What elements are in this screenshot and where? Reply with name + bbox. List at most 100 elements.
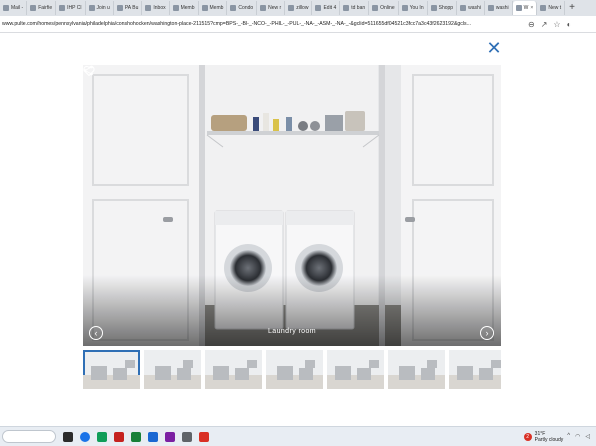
tab-label: W xyxy=(523,5,529,11)
tab-favicon-icon xyxy=(487,5,494,11)
browser-tab[interactable]: Memb xyxy=(199,1,228,15)
tab-label: New r xyxy=(268,5,282,11)
tab-favicon-icon xyxy=(172,5,179,11)
tab-favicon-icon xyxy=(116,5,123,11)
volume-icon[interactable]: ◁ xyxy=(585,433,590,440)
pdf-reader-icon[interactable] xyxy=(199,431,209,442)
browser-tab[interactable]: zillow xyxy=(285,1,313,15)
thumb-furniture xyxy=(299,368,313,380)
tab-label: IHP Cl xyxy=(67,5,82,11)
tab-label: Shopp xyxy=(438,5,454,11)
task-view-icon[interactable] xyxy=(63,431,73,442)
browser-tab[interactable]: Online xyxy=(369,1,399,15)
tab-favicon-icon xyxy=(515,5,522,11)
browser-tab-strip: Mail - Fairfie IHP Cl Join u PA Bu Inbox Memb M… xyxy=(0,0,596,16)
thumb-furniture xyxy=(491,360,501,368)
thumb-furniture xyxy=(335,366,351,380)
tab-label: Inbox xyxy=(153,5,166,11)
browser-tab[interactable]: td ban xyxy=(340,1,370,15)
excel-icon[interactable] xyxy=(131,431,141,442)
tab-favicon-icon xyxy=(460,5,467,11)
spreadsheet-app-icon[interactable] xyxy=(97,431,107,442)
thumb-furniture xyxy=(421,368,435,380)
thumb-floor xyxy=(144,375,201,389)
thumb-furniture xyxy=(91,366,107,380)
thumb-laundry[interactable] xyxy=(83,350,140,389)
url-text[interactable]: www.pulte.com/homes/pennsylvania/philade… xyxy=(0,21,520,27)
browser-tab[interactable]: Fairfie xyxy=(27,1,57,15)
tab-label: zillow xyxy=(296,5,309,11)
tab-label: Fairfie xyxy=(38,5,53,11)
teams-icon[interactable] xyxy=(165,431,175,442)
tab-favicon-icon xyxy=(540,5,547,11)
address-bar[interactable]: www.pulte.com/homes/pennsylvania/philade… xyxy=(0,16,596,33)
thumb-furniture xyxy=(357,368,371,380)
thumb-floor xyxy=(266,375,323,389)
next-photo-button[interactable]: › xyxy=(480,326,494,340)
browser-tab[interactable]: You In xyxy=(399,1,428,15)
thumb-living-2[interactable] xyxy=(266,350,323,389)
tab-favicon-icon xyxy=(88,5,95,11)
edge-browser-icon[interactable] xyxy=(80,431,90,442)
thumb-furniture xyxy=(125,360,135,368)
mail-app-icon[interactable] xyxy=(148,431,158,442)
profile-icon[interactable]: ◐ xyxy=(567,20,572,29)
bookmark-star-icon[interactable]: ☆ xyxy=(553,20,560,29)
chevron-up-icon[interactable]: ^ xyxy=(567,433,570,440)
tab-label: Online xyxy=(380,5,395,11)
close-tab-icon[interactable]: × xyxy=(530,5,533,11)
tab-label: Memb xyxy=(180,5,195,11)
settings-app-icon[interactable] xyxy=(182,431,192,442)
thumb-living[interactable] xyxy=(205,350,262,389)
thumb-dining[interactable] xyxy=(327,350,384,389)
browser-tab[interactable]: Memb xyxy=(170,1,199,15)
thumb-office[interactable] xyxy=(449,350,501,389)
zoom-icon[interactable]: ⊖ xyxy=(528,20,535,29)
thumb-furniture xyxy=(183,360,193,368)
tab-favicon-icon xyxy=(343,5,350,11)
thumb-furniture xyxy=(457,366,473,380)
browser-tab[interactable]: Inbox xyxy=(142,1,170,15)
browser-tab[interactable]: Mail - xyxy=(0,1,28,15)
thumb-furniture xyxy=(213,366,229,380)
browser-tab[interactable]: Join u xyxy=(86,1,114,15)
thumbnail-strip xyxy=(83,350,501,390)
tab-label: Condo xyxy=(238,5,254,11)
browser-tab[interactable]: Shopp xyxy=(428,1,458,15)
browser-tab[interactable]: New r xyxy=(257,1,286,15)
browser-tab[interactable]: Condo xyxy=(227,1,258,15)
browser-tab[interactable]: IHP Cl xyxy=(56,1,86,15)
browser-tab[interactable]: New t xyxy=(537,1,566,15)
browser-tab[interactable]: washi xyxy=(457,1,485,15)
tab-favicon-icon xyxy=(372,5,379,11)
browser-tab[interactable]: washi xyxy=(485,1,513,15)
taskbar-search-box[interactable] xyxy=(2,430,56,443)
thumb-furniture xyxy=(399,366,415,380)
laundry-room-image xyxy=(83,65,501,346)
wifi-icon[interactable]: ◠ xyxy=(575,433,580,440)
weather-widget[interactable]: 2 31°F Partly cloudy xyxy=(523,431,564,443)
weather-condition-text: Partly cloudy xyxy=(534,436,564,443)
tab-label: washi xyxy=(468,5,481,11)
close-viewer-button[interactable]: ✕ xyxy=(486,39,502,57)
tab-favicon-icon xyxy=(59,5,66,11)
tab-favicon-icon xyxy=(145,5,152,11)
share-icon[interactable] xyxy=(83,65,94,76)
thumb-furniture xyxy=(305,360,315,368)
tab-favicon-icon xyxy=(315,5,322,11)
browser-tab[interactable]: PA Bu xyxy=(114,1,143,15)
thumb-bedroom[interactable] xyxy=(388,350,445,389)
share-page-icon[interactable]: ↗ xyxy=(541,20,548,29)
windows-taskbar: 2 31°F Partly cloudy ^ ◠ ◁ xyxy=(0,426,596,446)
tab-favicon-icon xyxy=(401,5,408,11)
tab-label: Mail - xyxy=(11,5,24,11)
thumb-kitchen[interactable] xyxy=(144,350,201,389)
app-red-icon[interactable] xyxy=(114,431,124,442)
browser-tab[interactable]: Edit 4 xyxy=(312,1,341,15)
browser-tab[interactable]: W × xyxy=(512,1,538,15)
photo-caption: Laundry room xyxy=(268,328,316,335)
tab-favicon-icon xyxy=(430,5,437,11)
new-tab-button[interactable]: + xyxy=(565,1,579,15)
thumb-furniture xyxy=(113,368,127,380)
weather-alert-badge: 2 xyxy=(523,432,532,441)
